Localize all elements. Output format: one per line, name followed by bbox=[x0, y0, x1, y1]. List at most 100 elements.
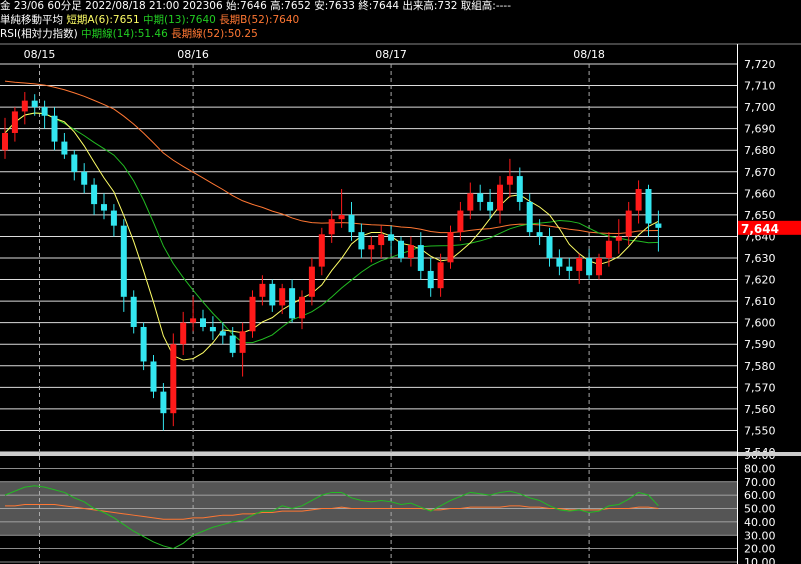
header-ohlc-line: 金 23/06 60分足 2022/08/18 21:00 202306 始:7… bbox=[0, 0, 511, 13]
ma-long-label: 長期B(52):7640 bbox=[219, 14, 300, 26]
candle-body bbox=[130, 296, 137, 327]
candle-body bbox=[655, 223, 662, 228]
candle-body bbox=[427, 270, 434, 289]
rsi-tick-label: 60.00 bbox=[744, 489, 776, 502]
candle-body bbox=[447, 232, 454, 263]
pane-divider bbox=[0, 452, 801, 456]
ma-short-label: 短期A(6):7651 bbox=[66, 14, 140, 26]
rsi-tick-label: 50.00 bbox=[744, 503, 776, 516]
candle-body bbox=[71, 154, 78, 172]
candle-body bbox=[536, 232, 543, 237]
candle-body bbox=[467, 193, 474, 211]
candle-body bbox=[615, 236, 622, 241]
candle-body bbox=[417, 245, 424, 271]
chart-canvas: 7,5407,5507,5607,5707,5807,5907,6007,610… bbox=[0, 43, 801, 564]
price-tick-label: 7,650 bbox=[744, 209, 776, 222]
candle-body bbox=[497, 184, 503, 211]
candle-body bbox=[526, 201, 533, 233]
candle-body bbox=[239, 331, 246, 353]
candle-body bbox=[328, 219, 335, 235]
rsi-tick-label: 30.00 bbox=[744, 529, 776, 542]
price-tick-label: 7,720 bbox=[744, 58, 776, 71]
candle-body bbox=[249, 296, 256, 332]
price-tick-label: 7,620 bbox=[744, 274, 776, 287]
candle-body bbox=[289, 288, 296, 319]
rsi-tick-label: 70.00 bbox=[744, 476, 776, 489]
candle-body bbox=[477, 193, 484, 202]
candle-body bbox=[348, 214, 355, 233]
candle-body bbox=[279, 288, 286, 306]
candle-body bbox=[91, 184, 98, 205]
x-tick-label: 08/15 bbox=[24, 48, 56, 61]
candle-body bbox=[457, 210, 464, 233]
candle-body bbox=[586, 258, 593, 276]
candle-body bbox=[140, 326, 147, 362]
candle-body bbox=[625, 210, 632, 237]
candle-body bbox=[51, 115, 58, 142]
candle-body bbox=[219, 331, 226, 336]
price-tick-label: 7,600 bbox=[744, 317, 776, 330]
candle-body bbox=[407, 245, 414, 258]
candle-body bbox=[31, 100, 38, 108]
candle-body bbox=[635, 189, 642, 211]
candle-body bbox=[338, 214, 345, 220]
candle-body bbox=[299, 296, 305, 319]
header-ma-line: 単純移動平均 短期A(6):7651 中期(13):7640 長期B(52):7… bbox=[0, 14, 299, 27]
header-rsi-line: RSI(相対力指数) 中期線(14):51.46 長期線(52):50.25 bbox=[0, 28, 258, 41]
candle-body bbox=[101, 204, 107, 211]
candle-body bbox=[61, 141, 68, 155]
ma-label: 単純移動平均 bbox=[0, 14, 63, 26]
x-tick-label: 08/18 bbox=[573, 48, 605, 61]
rsi-tick-label: 20.00 bbox=[744, 543, 776, 556]
candle-body bbox=[180, 322, 187, 345]
rsi-tick-label: 40.00 bbox=[744, 516, 776, 529]
candle-body bbox=[645, 189, 652, 224]
candle-body bbox=[398, 240, 404, 258]
price-tick-label: 7,570 bbox=[744, 381, 776, 394]
candle-body bbox=[388, 234, 395, 241]
price-tick-label: 7,660 bbox=[744, 187, 776, 200]
price-tick-label: 7,710 bbox=[744, 80, 776, 93]
candle-body bbox=[318, 234, 325, 267]
price-tick-label: 7,580 bbox=[744, 360, 776, 373]
candle-body bbox=[358, 232, 365, 250]
candle-body bbox=[81, 171, 88, 185]
last-price-label: 7,644 bbox=[741, 222, 779, 236]
x-axis-strip bbox=[0, 44, 737, 64]
rsi-mid-label: 中期線(14):51.46 bbox=[81, 28, 168, 40]
candle-body bbox=[11, 111, 18, 133]
candle-body bbox=[170, 344, 177, 414]
candle-body bbox=[437, 262, 444, 289]
candle-body bbox=[516, 176, 523, 202]
price-tick-label: 7,590 bbox=[744, 338, 776, 351]
price-tick-label: 7,610 bbox=[744, 295, 776, 308]
rsi-long-label: 長期線(52):50.25 bbox=[171, 28, 258, 40]
header-ohlc-text: 金 23/06 60分足 2022/08/18 21:00 202306 始:7… bbox=[0, 0, 512, 12]
candle-body bbox=[546, 236, 553, 258]
candle-body bbox=[487, 201, 494, 211]
candle-body bbox=[605, 240, 612, 258]
candle-body bbox=[41, 107, 48, 116]
rsi-tick-label: 10.00 bbox=[744, 556, 776, 564]
x-tick-label: 08/16 bbox=[177, 48, 209, 61]
candle-body bbox=[190, 318, 197, 323]
price-tick-label: 7,630 bbox=[744, 252, 776, 265]
price-tick-label: 7,700 bbox=[744, 101, 776, 114]
rsi-label: RSI(相対力指数) bbox=[0, 28, 78, 40]
candle-body bbox=[21, 100, 28, 112]
candle-body bbox=[200, 318, 206, 327]
price-tick-label: 7,560 bbox=[744, 403, 776, 416]
price-tick-label: 7,690 bbox=[744, 123, 776, 136]
price-tick-label: 7,550 bbox=[744, 424, 776, 437]
candle-body bbox=[160, 391, 167, 414]
candle-body bbox=[229, 335, 236, 353]
candle-body bbox=[2, 132, 8, 151]
candle-body bbox=[259, 283, 266, 297]
candle-body bbox=[368, 245, 375, 250]
candle-body bbox=[576, 258, 583, 271]
rsi-tick-label: 80.00 bbox=[744, 462, 776, 475]
candle-body bbox=[378, 234, 385, 246]
candle-body bbox=[506, 176, 513, 185]
ma-mid-label: 中期(13):7640 bbox=[143, 14, 216, 26]
candle-body bbox=[150, 361, 157, 392]
